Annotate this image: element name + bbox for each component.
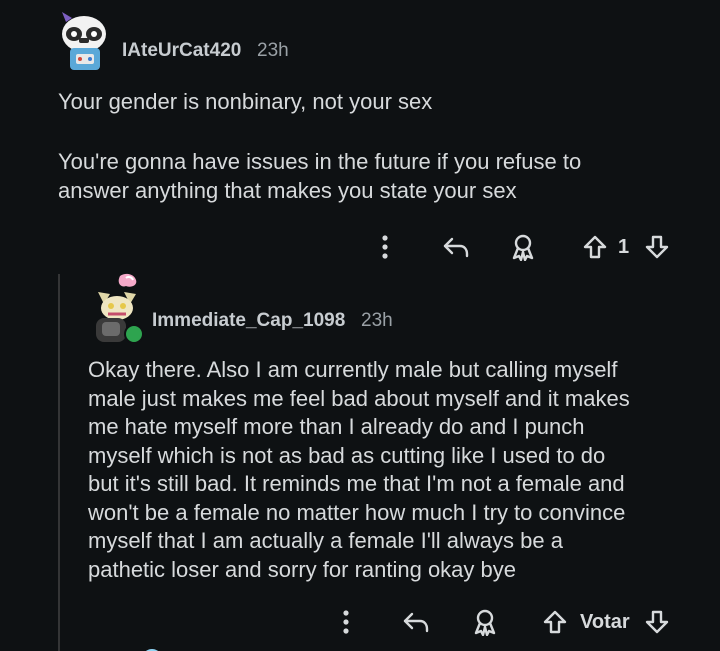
- comment-timestamp: 23h: [257, 40, 289, 61]
- reply-arrow-icon: [403, 612, 429, 633]
- award-icon: [474, 609, 496, 636]
- online-status-dot: [124, 324, 144, 344]
- comment-body-line: Your gender is nonbinary, not your sex: [58, 89, 433, 114]
- award-button[interactable]: [508, 232, 538, 262]
- comment-body-line: myself which is not as bad as cutting li…: [88, 443, 606, 468]
- downvote-button[interactable]: [642, 232, 672, 262]
- comment-body-line: answer anything that makes you state you…: [58, 178, 517, 203]
- avatar-partial-icon: [146, 649, 158, 651]
- avatar[interactable]: [56, 8, 114, 74]
- more-options-button[interactable]: [374, 232, 396, 262]
- vote-label: Votar: [580, 611, 630, 633]
- reply-arrow-icon: [443, 237, 469, 258]
- award-icon: [512, 234, 534, 261]
- award-button[interactable]: [470, 607, 500, 637]
- comment-body-line: but it's still bad. It reminds me that I…: [88, 471, 625, 496]
- comment-body-line: me hate myself more than I already do an…: [88, 414, 585, 439]
- comment-body-line: won't be a female no matter how much I t…: [88, 500, 626, 525]
- downvote-arrow-icon: [645, 235, 669, 259]
- comment-body-line: pathetic loser and sorry for ranting oka…: [88, 557, 517, 582]
- more-options-button[interactable]: [335, 607, 357, 637]
- reply-button[interactable]: [400, 607, 432, 637]
- reply-button[interactable]: [440, 232, 472, 262]
- comment-body-line: male just makes me feel bad about myself…: [88, 386, 630, 411]
- comment-body-line: You're gonna have issues in the future i…: [58, 149, 582, 174]
- comment-timestamp: 23h: [361, 310, 393, 331]
- panda-gamer-avatar-icon: [62, 12, 106, 70]
- comment-author[interactable]: Immediate_Cap_1098: [152, 310, 345, 332]
- avatar[interactable]: [90, 272, 146, 344]
- comment-author[interactable]: IAteUrCat420: [122, 40, 241, 62]
- thread-line[interactable]: [58, 274, 60, 651]
- downvote-button[interactable]: [642, 607, 672, 637]
- vertical-dots-icon: [343, 610, 349, 634]
- comment-body-line: Okay there. Also I am currently male but…: [88, 357, 618, 382]
- downvote-arrow-icon: [645, 610, 669, 634]
- vertical-dots-icon: [382, 235, 388, 259]
- upvote-arrow-icon: [543, 610, 567, 634]
- upvote-button[interactable]: [580, 232, 610, 262]
- upvote-arrow-icon: [583, 235, 607, 259]
- vote-count: 1: [618, 236, 630, 258]
- avatar[interactable]: [140, 645, 164, 651]
- upvote-button[interactable]: [540, 607, 570, 637]
- comment-body-line: myself that I am actually a female I'll …: [88, 528, 563, 553]
